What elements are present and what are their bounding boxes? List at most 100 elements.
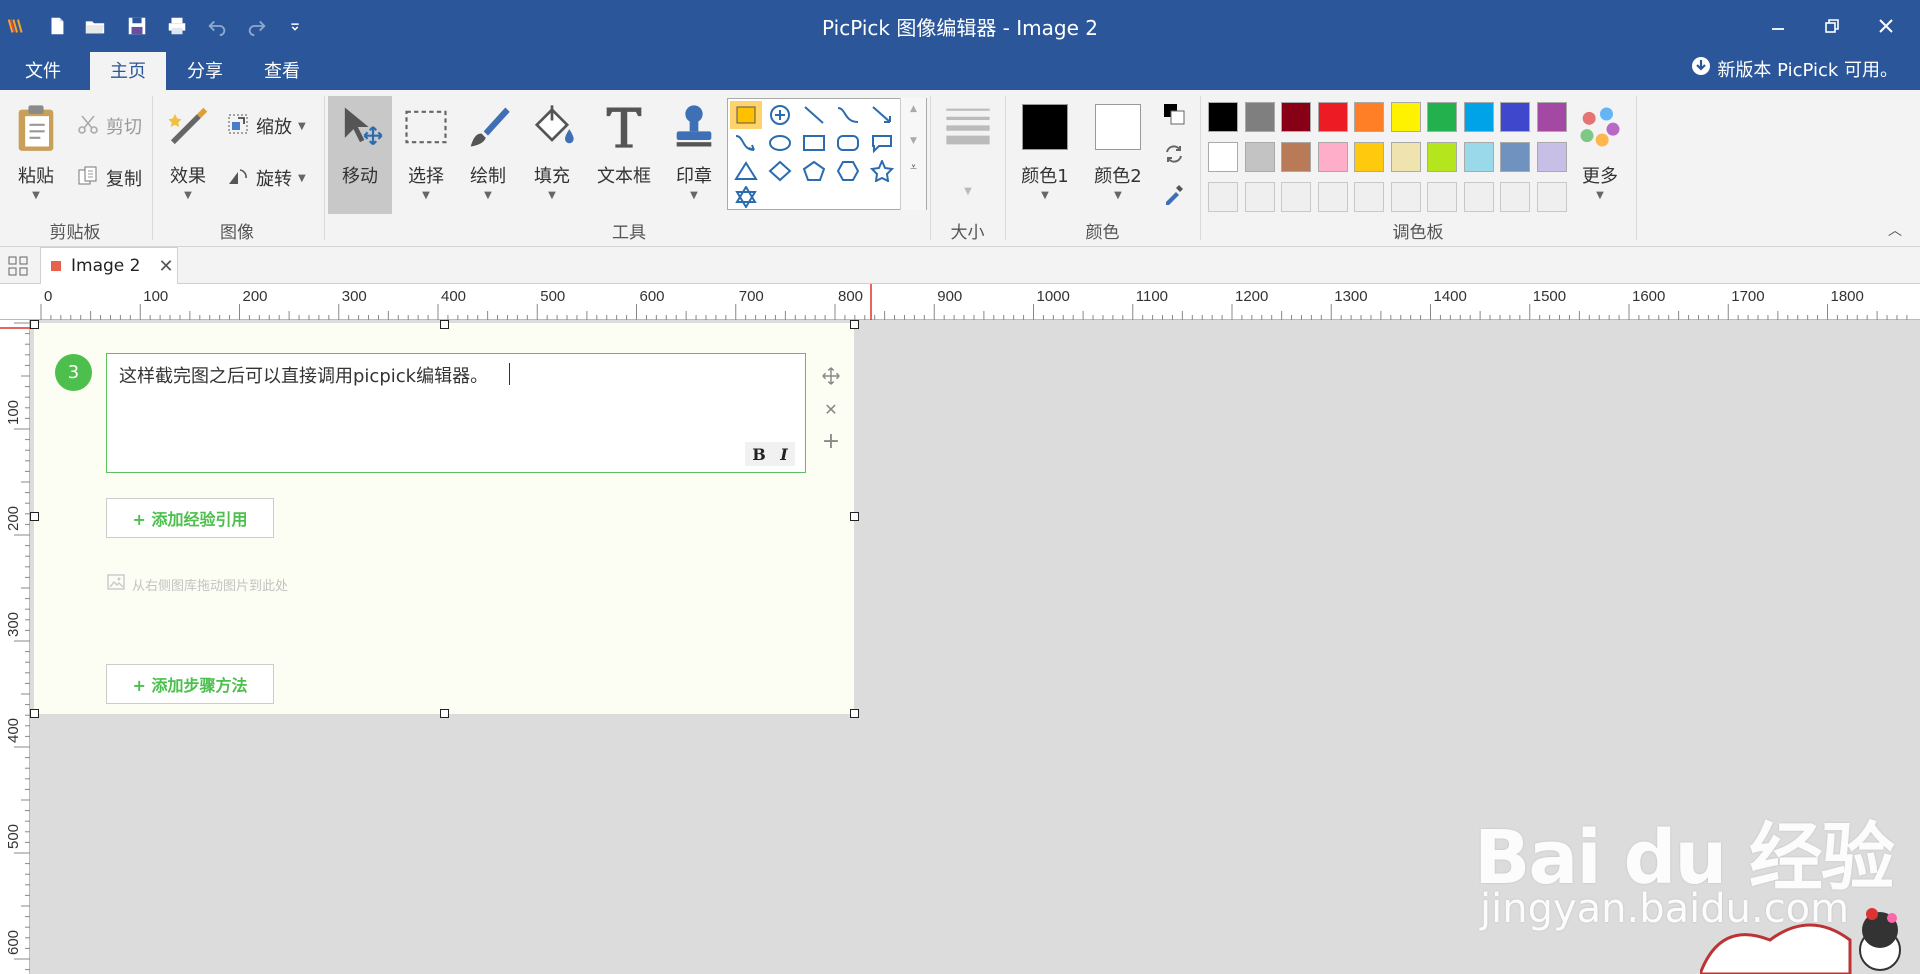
select-tool-button[interactable]: 选择 ▼ — [398, 96, 454, 214]
palette-empty-swatch[interactable] — [1244, 182, 1275, 212]
palette-swatch[interactable] — [1244, 142, 1275, 172]
palette-empty-swatch[interactable] — [1463, 182, 1494, 212]
swap-colors-mini-icon[interactable] — [1162, 102, 1186, 126]
resize-handle-br[interactable] — [850, 709, 859, 718]
update-notice[interactable]: 新版本 PicPick 可用。 — [1691, 52, 1898, 90]
palette-swatch[interactable] — [1208, 102, 1238, 132]
palette-swatch[interactable] — [1281, 102, 1311, 132]
resize-handle-tl[interactable] — [30, 320, 39, 329]
circle-plus-shape-icon[interactable] — [764, 101, 796, 129]
effects-button[interactable]: 效果 ▼ — [160, 96, 216, 214]
move-handle-icon[interactable] — [820, 365, 842, 387]
download-icon — [1691, 52, 1711, 90]
palette-empty-swatch[interactable] — [1317, 182, 1348, 212]
palette-empty-swatch[interactable] — [1281, 182, 1311, 212]
add-reference-button[interactable]: + 添加经验引用 — [106, 498, 274, 538]
step-editor-textarea[interactable]: 这样截完图之后可以直接调用picpick编辑器。 B I — [106, 353, 806, 473]
rectangle-shape-icon[interactable] — [798, 129, 830, 157]
resize-handle-r[interactable] — [850, 512, 859, 521]
palette-swatch[interactable] — [1317, 102, 1348, 132]
line-shape-icon[interactable] — [798, 101, 830, 129]
palette-swatch[interactable] — [1536, 102, 1567, 132]
rotate-icon — [226, 164, 250, 193]
grid-view-icon[interactable] — [8, 256, 28, 276]
palette-empty-swatch[interactable] — [1427, 182, 1457, 212]
expand-gallery-icon[interactable]: ⩡ — [901, 160, 926, 175]
palette-empty-swatch[interactable] — [1500, 182, 1530, 212]
palette-swatch[interactable] — [1463, 142, 1494, 172]
color1-button[interactable]: 颜色1 ▼ — [1015, 96, 1075, 214]
image-canvas[interactable]: 3 这样截完图之后可以直接调用picpick编辑器。 B I ✕ + + 添加经… — [34, 323, 854, 714]
pentagon-shape-icon[interactable] — [798, 157, 830, 185]
curve-shape-icon[interactable] — [832, 101, 864, 129]
palette-swatch[interactable] — [1208, 142, 1238, 172]
resize-handle-t[interactable] — [440, 320, 449, 329]
size-button[interactable]: ▼ — [938, 96, 998, 214]
bold-button[interactable]: B — [752, 445, 766, 464]
add-step-method-button[interactable]: + 添加步骤方法 — [106, 664, 274, 704]
scroll-down-icon[interactable]: ▼ — [901, 136, 926, 146]
palette-empty-swatch[interactable] — [1354, 182, 1384, 212]
delete-step-icon[interactable]: ✕ — [820, 398, 842, 420]
palette-swatch[interactable] — [1354, 102, 1384, 132]
collapse-ribbon-icon[interactable]: ︿ — [1888, 220, 1902, 240]
triangle-shape-icon[interactable] — [730, 157, 762, 185]
diamond-shape-icon[interactable] — [764, 157, 796, 185]
curved-arrow-shape-icon[interactable] — [730, 129, 762, 157]
ellipse-shape-icon[interactable] — [764, 129, 796, 157]
fill-tool-button[interactable]: 填充 ▼ — [524, 96, 580, 214]
add-step-icon[interactable]: + — [820, 429, 842, 454]
minimize-button[interactable] — [1754, 8, 1802, 44]
close-tab-icon[interactable]: ✕ — [158, 256, 173, 277]
shape-gallery-scrollbar[interactable]: ▲ ▼ ⩡ — [900, 98, 926, 210]
palette-swatch[interactable] — [1354, 142, 1384, 172]
copy-button[interactable]: 复制 — [76, 162, 142, 194]
rounded-rect-shape-icon[interactable] — [832, 129, 864, 157]
resize-handle-tr[interactable] — [850, 320, 859, 329]
six-point-star-shape-icon[interactable] — [730, 183, 762, 211]
palette-swatch[interactable] — [1463, 102, 1494, 132]
menu-share[interactable]: 分享 — [170, 52, 240, 90]
move-tool-button[interactable]: 移动 — [328, 96, 392, 214]
palette-empty-swatch[interactable] — [1208, 182, 1238, 212]
cut-button[interactable]: 剪切 — [76, 110, 142, 142]
palette-swatch[interactable] — [1244, 102, 1275, 132]
resize-handle-l[interactable] — [30, 512, 39, 521]
resize-handle-bl[interactable] — [30, 709, 39, 718]
palette-swatch[interactable] — [1390, 142, 1421, 172]
draw-tool-button[interactable]: 绘制 ▼ — [460, 96, 516, 214]
palette-empty-swatch[interactable] — [1390, 182, 1421, 212]
palette-swatch[interactable] — [1390, 102, 1421, 132]
palette-swatch[interactable] — [1427, 102, 1457, 132]
more-colors-button[interactable]: 更多 ▼ — [1572, 96, 1628, 214]
scroll-up-icon[interactable]: ▲ — [901, 104, 926, 114]
restore-button[interactable] — [1808, 8, 1856, 44]
close-button[interactable] — [1862, 8, 1910, 44]
color2-button[interactable]: 颜色2 ▼ — [1088, 96, 1148, 214]
stamp-tool-button[interactable]: 印章 ▼ — [666, 96, 722, 214]
star-shape-icon[interactable] — [866, 157, 898, 185]
palette-swatch[interactable] — [1317, 142, 1348, 172]
zoom-button[interactable]: 缩放 ▼ — [226, 110, 306, 142]
menu-home[interactable]: 主页 — [90, 52, 166, 90]
italic-button[interactable]: I — [780, 445, 787, 464]
menu-file[interactable]: 文件 — [0, 52, 86, 90]
rectangle-selected-shape-icon[interactable] — [730, 101, 762, 129]
eyedropper-icon[interactable] — [1162, 182, 1186, 206]
palette-swatch[interactable] — [1427, 142, 1457, 172]
tab-image-2[interactable]: Image 2 ✕ — [40, 247, 178, 284]
rotate-button[interactable]: 旋转 ▼ — [226, 162, 306, 194]
arrow-shape-icon[interactable] — [866, 101, 898, 129]
paste-button[interactable]: 粘贴 ▼ — [8, 96, 64, 214]
textbox-tool-button[interactable]: 文本框 — [592, 96, 656, 214]
resize-handle-b[interactable] — [440, 709, 449, 718]
palette-swatch[interactable] — [1536, 142, 1567, 172]
menu-view[interactable]: 查看 — [246, 52, 318, 90]
palette-swatch[interactable] — [1281, 142, 1311, 172]
hexagon-shape-icon[interactable] — [832, 157, 864, 185]
speech-bubble-shape-icon[interactable] — [866, 129, 898, 157]
palette-empty-swatch[interactable] — [1536, 182, 1567, 212]
palette-swatch[interactable] — [1500, 142, 1530, 172]
palette-swatch[interactable] — [1500, 102, 1530, 132]
swap-colors-icon[interactable] — [1162, 142, 1186, 166]
